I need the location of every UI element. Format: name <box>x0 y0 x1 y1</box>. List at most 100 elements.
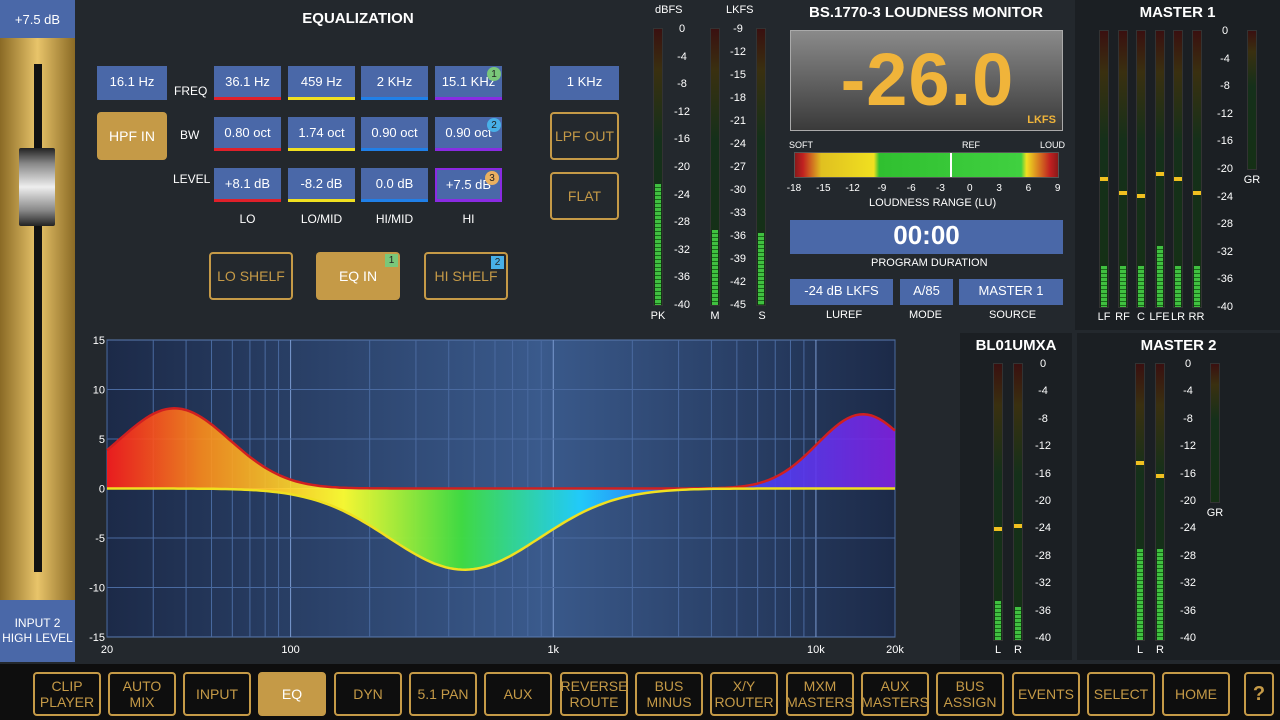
eq-in-badge: 1 <box>385 254 398 267</box>
eq-in-button[interactable]: EQ IN 1 <box>316 252 400 300</box>
fader-gain-display: +7.5 dB <box>0 0 75 38</box>
eq-band-name: HI <box>462 212 475 226</box>
program-duration-display[interactable]: 00:00 <box>790 220 1063 254</box>
lpf-out-button[interactable]: LPF OUT <box>550 112 619 160</box>
toolbar-reverse-route-button[interactable]: REVERSE ROUTE <box>560 672 628 716</box>
master1-gr-meter <box>1247 30 1257 170</box>
eq-title: EQUALIZATION <box>302 10 414 27</box>
lkfs-tick: -39 <box>730 253 746 265</box>
toolbar-clip-player-button[interactable]: CLIP PLAYER <box>33 672 101 716</box>
bl01-channel-label: R <box>1014 644 1022 656</box>
toolbar-5-1-pan-button[interactable]: 5.1 PAN <box>409 672 477 716</box>
eq-graph[interactable]: 15 10 5 0 -5 -10 -15 20 100 1k 10k 20k <box>85 333 910 658</box>
lpf-freq-button[interactable]: 1 KHz <box>550 66 619 100</box>
meter-peak-marker <box>1118 191 1127 196</box>
meter-peak-marker <box>1156 474 1164 479</box>
loudness-range-tick: -12 <box>845 183 860 194</box>
eq-value-text: 2 KHz <box>376 74 413 89</box>
master1-meter-lr <box>1173 30 1183 308</box>
pk-label: PK <box>650 310 666 322</box>
source-button[interactable]: MASTER 1 <box>959 279 1063 305</box>
eq-graph-svg: 15 10 5 0 -5 -10 -1520 100 1k 10k 20k <box>89 335 904 656</box>
mode-button[interactable]: A/85 <box>900 279 953 305</box>
dbfs-tick: 0 <box>678 23 686 35</box>
meter-level-fill <box>1157 548 1163 640</box>
meter-level-fill <box>655 183 661 305</box>
eq-lo-freq-button[interactable]: 36.1 Hz <box>214 66 281 100</box>
eq-lo-mid-bw-button[interactable]: 1.74 oct <box>288 117 355 151</box>
lkfs-tick: -33 <box>730 207 746 219</box>
hi-shelf-button[interactable]: HI SHELF 2 <box>424 252 508 300</box>
toolbar-aux-masters-button[interactable]: AUX MASTERS <box>861 672 929 716</box>
toolbar-aux-button[interactable]: AUX <box>484 672 552 716</box>
hpf-in-button[interactable]: HPF IN <box>97 112 167 160</box>
lo-shelf-button[interactable]: LO SHELF <box>209 252 293 300</box>
eq-band-name: HI/MID <box>375 212 414 226</box>
bl01-tick: -20 <box>1035 495 1051 507</box>
dbfs-tick: -4 <box>677 50 687 63</box>
eq-lo-mid-level-button[interactable]: -8.2 dB <box>288 168 355 202</box>
eq-x-tick: 1k <box>547 644 559 656</box>
toolbar-mxm-masters-button[interactable]: MXM MASTERS <box>786 672 854 716</box>
loudness-range-tick: 9 <box>1054 183 1061 194</box>
eq-hi-bw-button[interactable]: 0.90 oct 2 <box>435 117 502 151</box>
lkfs-tick: -18 <box>730 92 746 104</box>
lkfs-tick: -27 <box>730 161 746 173</box>
toolbar-eq-button[interactable]: EQ <box>258 672 326 716</box>
eq-band-name: LO <box>239 212 256 226</box>
eq-y-tick: -15 <box>89 632 105 644</box>
toolbar-input-button[interactable]: INPUT <box>183 672 251 716</box>
eq-value-text: 1.74 oct <box>298 125 345 140</box>
eq-y-tick: 5 <box>99 434 105 446</box>
meter-level-fill <box>712 230 718 305</box>
toolbar--button[interactable]: ? <box>1244 672 1274 716</box>
eq-lo-mid-freq-button[interactable]: 459 Hz <box>288 66 355 100</box>
toolbar-events-button[interactable]: EVENTS <box>1012 672 1080 716</box>
master2-tick: -16 <box>1180 467 1196 480</box>
master1-gr-label: GR <box>1243 174 1261 186</box>
eq-hi-level-button[interactable]: +7.5 dB 3 <box>435 168 502 202</box>
loudness-range-tick: -15 <box>816 183 831 194</box>
luref-button[interactable]: -24 dB LKFS <box>790 279 893 305</box>
master1-tick: -28 <box>1217 218 1233 231</box>
bl01-tick: -32 <box>1035 577 1051 590</box>
eq-band-badge: 3 <box>485 171 499 185</box>
fader-handle[interactable] <box>19 148 55 226</box>
master2-meter-r <box>1155 363 1165 641</box>
master1-meter-rr <box>1191 30 1202 308</box>
eq-hi-mid-bw-button[interactable]: 0.90 oct <box>361 117 428 151</box>
eq-lo-level-button[interactable]: +8.1 dB <box>214 168 281 202</box>
lkfs-tick: -24 <box>730 138 746 150</box>
loud-label: LOUD <box>1040 140 1066 150</box>
eq-y-tick: -10 <box>89 583 105 595</box>
eq-hi-freq-button[interactable]: 15.1 KHz 1 <box>435 66 502 100</box>
eq-hi-mid-level-button[interactable]: 0.0 dB <box>361 168 428 202</box>
bl01-tick: -36 <box>1035 604 1051 617</box>
eq-hi-mid-freq-button[interactable]: 2 KHz <box>361 66 428 100</box>
toolbar-select-button[interactable]: SELECT <box>1087 672 1155 716</box>
master2-tick: -4 <box>1183 385 1193 398</box>
input-name-label: INPUT 2 HIGH LEVEL <box>0 600 75 662</box>
toolbar-x-y-router-button[interactable]: X/Y ROUTER <box>710 672 778 716</box>
master1-meter-rf <box>1117 30 1128 308</box>
eq-lo-bw-button[interactable]: 0.80 oct <box>214 117 281 151</box>
toolbar-bus-minus-button[interactable]: BUS MINUS <box>635 672 703 716</box>
master1-tick: -24 <box>1217 190 1233 203</box>
toolbar-bus-assign-button[interactable]: BUS ASSIGN <box>936 672 1004 716</box>
dbfs-tick: -20 <box>674 161 690 173</box>
eq-x-tick: 20k <box>886 644 904 656</box>
lkfs-tick: -12 <box>730 46 746 58</box>
flat-button[interactable]: FLAT <box>550 172 619 220</box>
master2-tick: 0 <box>1184 358 1192 370</box>
hpf-freq-button[interactable]: 16.1 Hz <box>97 66 167 100</box>
toolbar-dyn-button[interactable]: DYN <box>334 672 402 716</box>
master1-tick: -32 <box>1217 245 1233 258</box>
master2-tick: -12 <box>1180 440 1196 453</box>
loudness-display: -26.0 LKFS <box>790 30 1063 131</box>
toolbar-auto-mix-button[interactable]: AUTO MIX <box>108 672 176 716</box>
toolbar-home-button[interactable]: HOME <box>1162 672 1230 716</box>
eq-x-tick: 10k <box>807 644 825 656</box>
m-label: M <box>710 310 720 322</box>
bl01-tick: -4 <box>1038 385 1048 398</box>
master2-meter-l <box>1135 363 1145 641</box>
